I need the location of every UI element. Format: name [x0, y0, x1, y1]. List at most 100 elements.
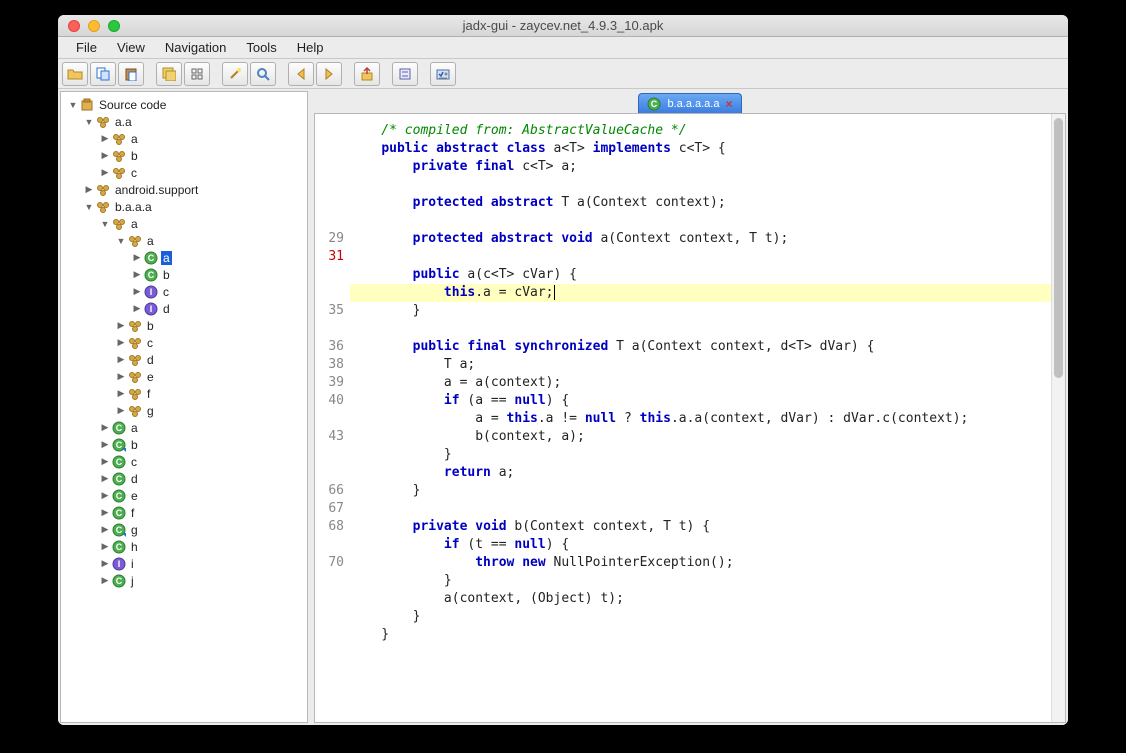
- open-button[interactable]: [62, 62, 88, 86]
- tree-node[interactable]: ▶g: [61, 402, 307, 419]
- twisty-expanded-icon[interactable]: ▼: [83, 116, 95, 128]
- tree-node[interactable]: ▶Ce: [61, 487, 307, 504]
- twisty-collapsed-icon[interactable]: ▶: [115, 405, 127, 417]
- titlebar: jadx-gui - zaycev.net_4.9.3_10.apk: [58, 15, 1068, 37]
- tree-label: Source code: [97, 98, 168, 112]
- twisty-collapsed-icon[interactable]: ▶: [131, 286, 143, 298]
- tree-node[interactable]: ▶Ca: [61, 249, 307, 266]
- code-line: }: [350, 446, 1051, 464]
- twisty-expanded-icon[interactable]: ▼: [115, 235, 127, 247]
- preferences-button[interactable]: [430, 62, 456, 86]
- tree-node[interactable]: ▶c: [61, 164, 307, 181]
- project-tree[interactable]: ▼Source code▼a.a▶a▶b▶c▶android.support▼b…: [60, 91, 308, 723]
- twisty-collapsed-icon[interactable]: ▶: [115, 337, 127, 349]
- menu-help[interactable]: Help: [287, 38, 334, 57]
- twisty-collapsed-icon[interactable]: ▶: [115, 388, 127, 400]
- wand-button[interactable]: [222, 62, 248, 86]
- twisty-collapsed-icon[interactable]: ▶: [83, 184, 95, 196]
- twisty-collapsed-icon[interactable]: ▶: [99, 422, 111, 434]
- tree-node[interactable]: ▼ Source code: [61, 96, 307, 113]
- twisty-collapsed-icon[interactable]: ▶: [99, 473, 111, 485]
- tree-node[interactable]: ▶d: [61, 351, 307, 368]
- twisty-collapsed-icon[interactable]: ▶: [115, 371, 127, 383]
- code-line: if (t == null) {: [350, 536, 1051, 554]
- tree-node[interactable]: ▶c: [61, 334, 307, 351]
- pkg-icon: [127, 403, 142, 418]
- code-line: public a(c<T> cVar) {: [350, 266, 1051, 284]
- settings-button[interactable]: [392, 62, 418, 86]
- forward-button[interactable]: [316, 62, 342, 86]
- twisty-expanded-icon[interactable]: ▼: [99, 218, 111, 230]
- twisty-collapsed-icon[interactable]: ▶: [131, 252, 143, 264]
- twisty-collapsed-icon[interactable]: ▶: [99, 167, 111, 179]
- export-button[interactable]: [354, 62, 380, 86]
- tree-node[interactable]: ▶Cg: [61, 521, 307, 538]
- tree-node[interactable]: ▶Ca: [61, 419, 307, 436]
- tree-node[interactable]: ▶Ch: [61, 538, 307, 555]
- twisty-collapsed-icon[interactable]: ▶: [99, 439, 111, 451]
- twisty-collapsed-icon[interactable]: ▶: [99, 541, 111, 553]
- back-button[interactable]: [288, 62, 314, 86]
- tree-node[interactable]: ▶Cb: [61, 266, 307, 283]
- tree-node[interactable]: ▶Cc: [61, 453, 307, 470]
- code-editor[interactable]: 293135363839404366676870 /* compiled fro…: [314, 113, 1066, 723]
- tree-node[interactable]: ▶a: [61, 130, 307, 147]
- vertical-scrollbar[interactable]: [1051, 114, 1065, 722]
- tree-node[interactable]: ▶android.support: [61, 181, 307, 198]
- twisty-collapsed-icon[interactable]: ▶: [99, 456, 111, 468]
- close-window-button[interactable]: [68, 20, 80, 32]
- twisty-collapsed-icon[interactable]: ▶: [99, 575, 111, 587]
- twisty-collapsed-icon[interactable]: ▶: [99, 133, 111, 145]
- sync-button[interactable]: [184, 62, 210, 86]
- scrollbar-thumb[interactable]: [1054, 118, 1063, 378]
- tree-node[interactable]: ▶b: [61, 317, 307, 334]
- twisty-collapsed-icon[interactable]: ▶: [99, 507, 111, 519]
- pkg-icon: [111, 165, 126, 180]
- tree-node[interactable]: ▼a.a: [61, 113, 307, 130]
- menu-tools[interactable]: Tools: [236, 38, 286, 57]
- code-content[interactable]: /* compiled from: AbstractValueCache */ …: [350, 114, 1051, 722]
- svg-text:C: C: [115, 474, 122, 484]
- menu-file[interactable]: File: [66, 38, 107, 57]
- copy-button[interactable]: [90, 62, 116, 86]
- paste-button[interactable]: [118, 62, 144, 86]
- pkg-icon: [127, 233, 142, 248]
- twisty-collapsed-icon[interactable]: ▶: [131, 269, 143, 281]
- zoom-window-button[interactable]: [108, 20, 120, 32]
- tree-node[interactable]: ▶b: [61, 147, 307, 164]
- tree-label: d: [145, 353, 156, 367]
- tree-node[interactable]: ▶Cd: [61, 470, 307, 487]
- pkg-icon: [95, 199, 110, 214]
- minimize-window-button[interactable]: [88, 20, 100, 32]
- twisty-collapsed-icon[interactable]: ▶: [115, 354, 127, 366]
- twisty-collapsed-icon[interactable]: ▶: [99, 490, 111, 502]
- tree-node[interactable]: ▶Cj: [61, 572, 307, 589]
- twisty-collapsed-icon[interactable]: ▶: [131, 303, 143, 315]
- tree-node[interactable]: ▼a: [61, 215, 307, 232]
- open-icon: [67, 67, 83, 81]
- tab-active[interactable]: C b.a.a.a.a.a ×: [638, 93, 741, 113]
- search-button[interactable]: [250, 62, 276, 86]
- tree-node[interactable]: ▶Cf: [61, 504, 307, 521]
- tree-node[interactable]: ▶Ii: [61, 555, 307, 572]
- tree-node[interactable]: ▶f: [61, 385, 307, 402]
- close-tab-button[interactable]: ×: [725, 97, 732, 111]
- save-all-button[interactable]: [156, 62, 182, 86]
- tree-label: c: [161, 285, 171, 299]
- tree-node[interactable]: ▶Id: [61, 300, 307, 317]
- tree-node[interactable]: ▶Cb: [61, 436, 307, 453]
- svg-text:C: C: [115, 508, 122, 518]
- twisty-collapsed-icon[interactable]: ▶: [115, 320, 127, 332]
- twisty-expanded-icon[interactable]: ▼: [67, 99, 79, 111]
- tree-node[interactable]: ▼a: [61, 232, 307, 249]
- twisty-collapsed-icon[interactable]: ▶: [99, 558, 111, 570]
- twisty-expanded-icon[interactable]: ▼: [83, 201, 95, 213]
- menu-navigation[interactable]: Navigation: [155, 38, 236, 57]
- twisty-collapsed-icon[interactable]: ▶: [99, 150, 111, 162]
- twisty-collapsed-icon[interactable]: ▶: [99, 524, 111, 536]
- tree-node[interactable]: ▶e: [61, 368, 307, 385]
- tree-node[interactable]: ▼b.a.a.a: [61, 198, 307, 215]
- tree-node[interactable]: ▶Ic: [61, 283, 307, 300]
- code-line: [350, 248, 1051, 266]
- menu-view[interactable]: View: [107, 38, 155, 57]
